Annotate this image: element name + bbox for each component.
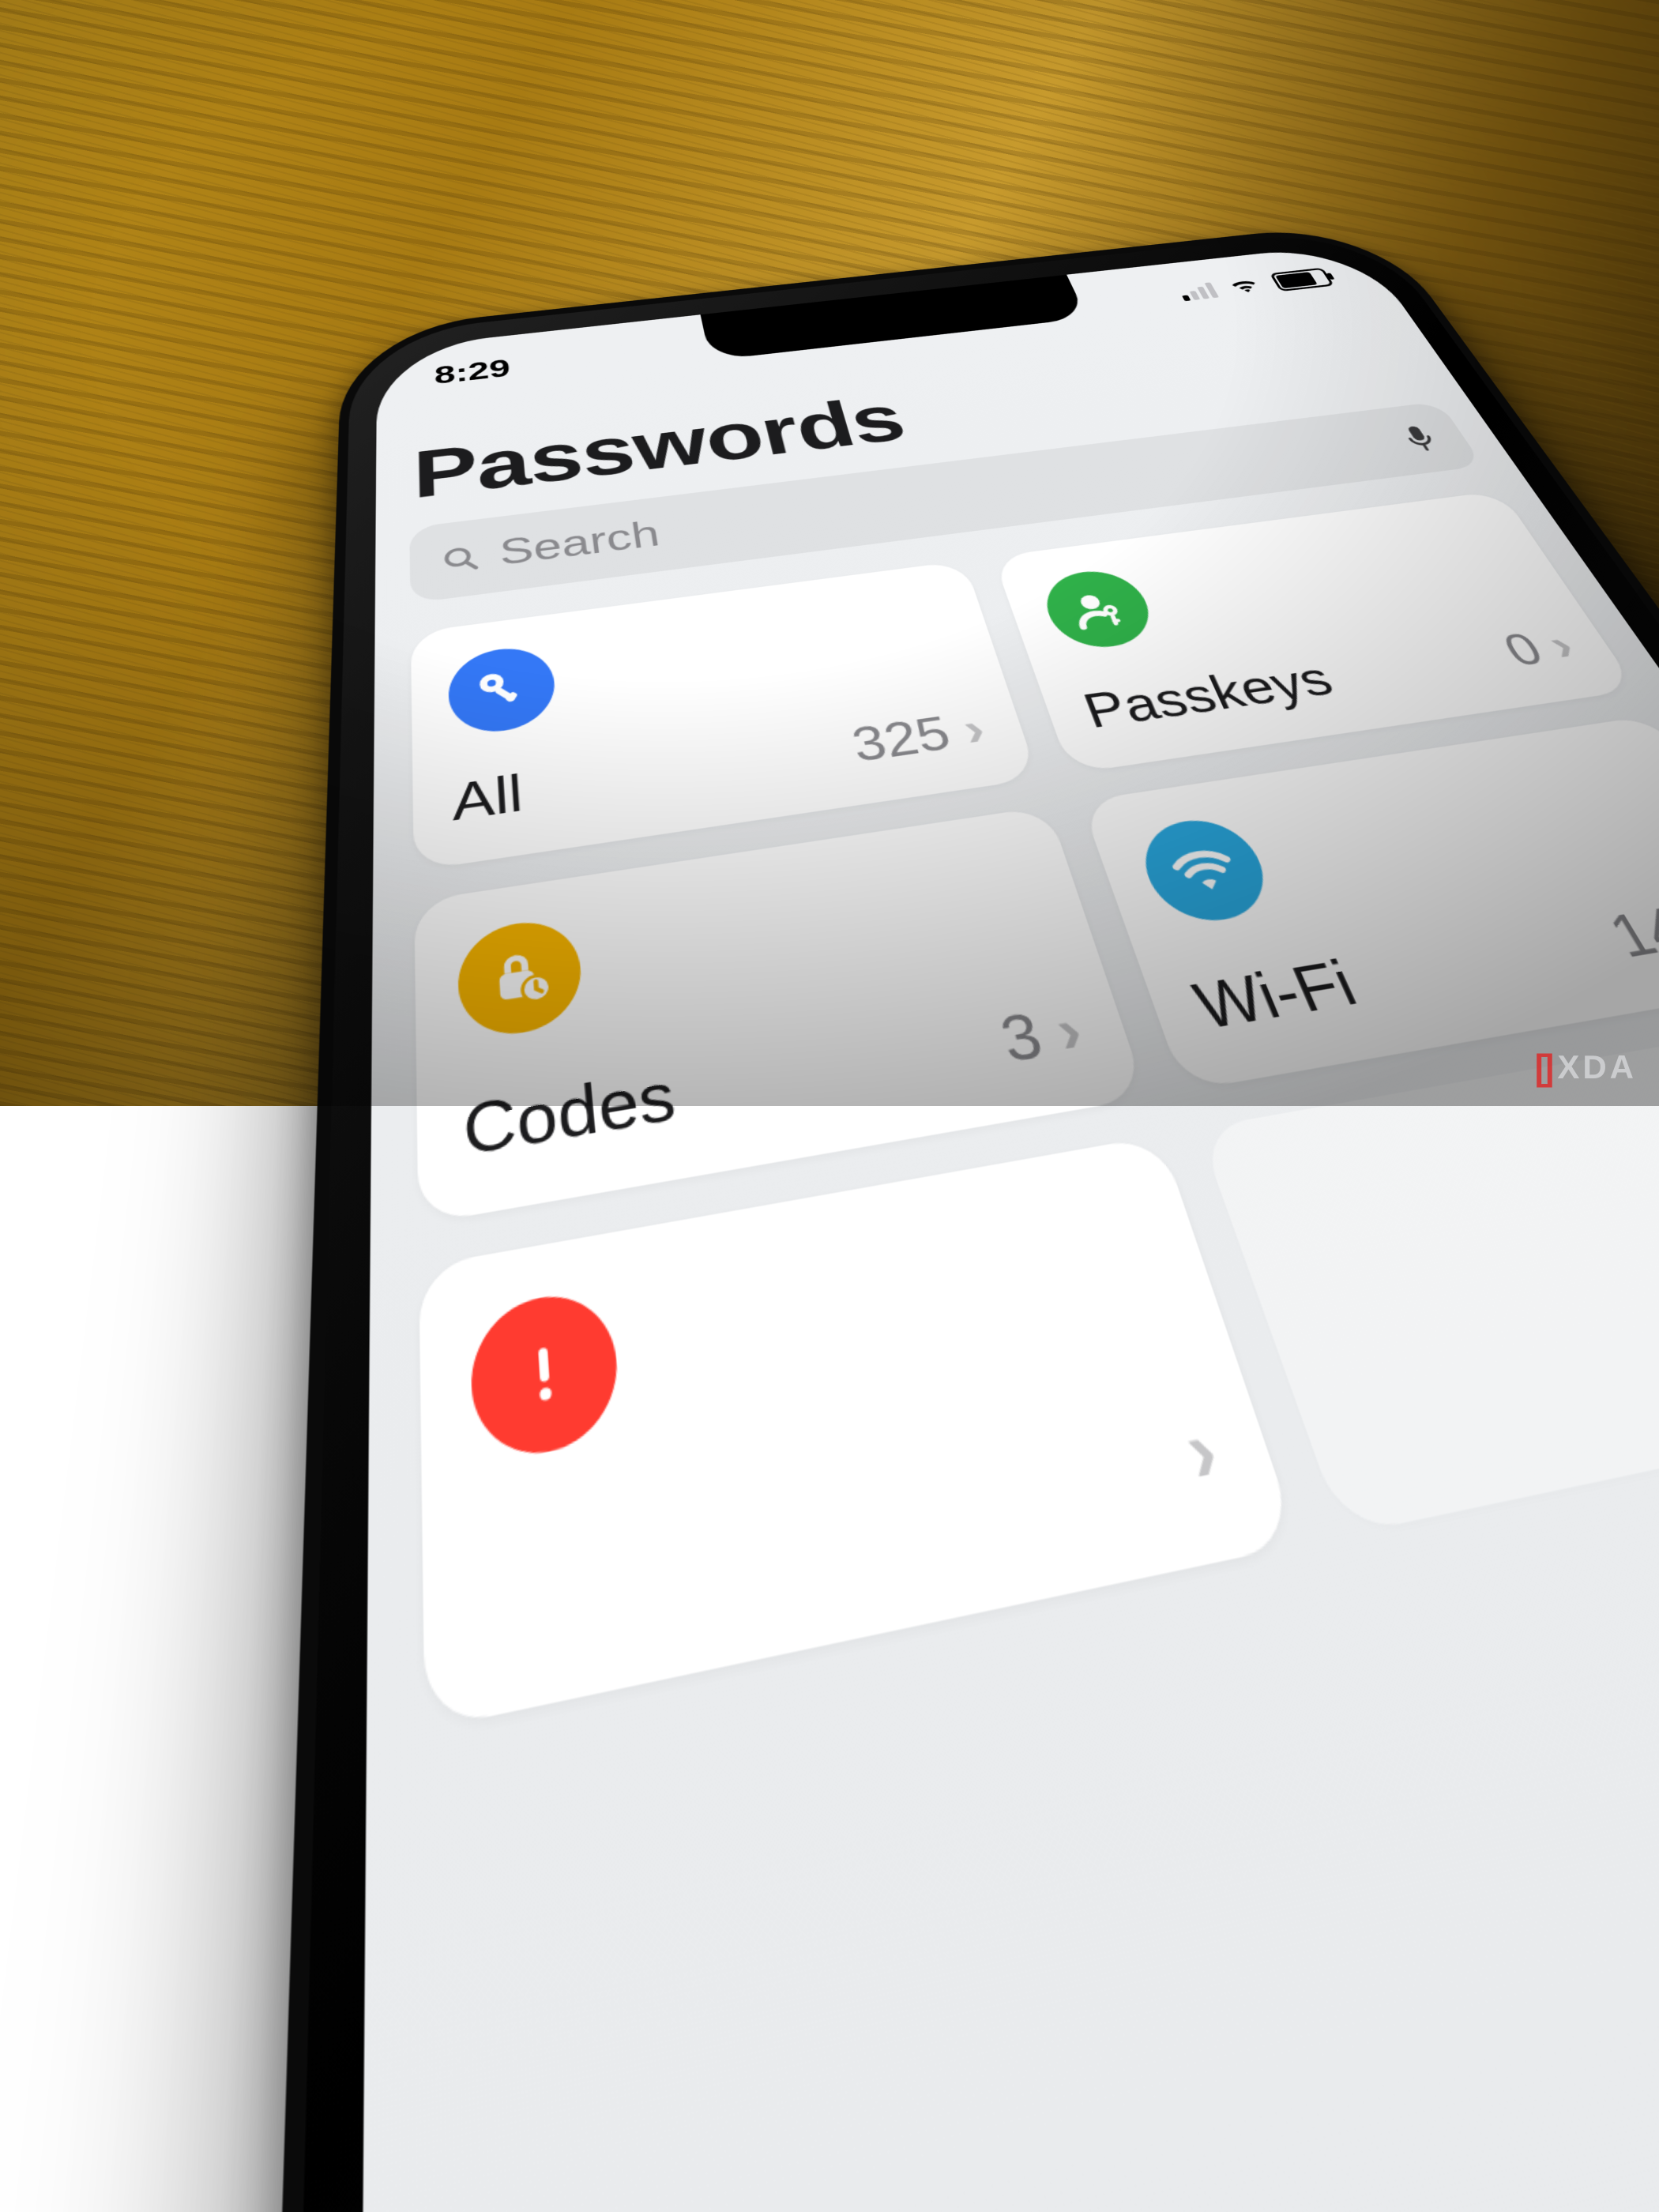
- watermark-bracket-icon: []: [1535, 1046, 1550, 1089]
- tile-passkeys-label: Passkeys: [1076, 652, 1342, 739]
- chevron-right-icon: ›: [1047, 993, 1091, 1069]
- key-icon: [447, 643, 558, 739]
- tile-wifi[interactable]: Wi-Fi 145 ›: [1081, 715, 1659, 1091]
- status-indicators: [1176, 268, 1334, 303]
- tile-all-label: All: [451, 764, 525, 833]
- phone-screen: 8:29 Passwords: [256, 243, 1659, 2212]
- status-time: 8:29: [434, 355, 511, 390]
- lock-clock-icon: [457, 915, 585, 1043]
- tile-codes-label: Codes: [462, 1057, 680, 1173]
- cellular-signal-icon: [1176, 281, 1219, 301]
- wifi-icon: [1130, 813, 1281, 928]
- tile-security[interactable]: ›: [419, 1135, 1300, 1730]
- dictation-mic-icon[interactable]: [1394, 422, 1445, 454]
- person-key-icon: [1036, 566, 1162, 653]
- wifi-status-icon: [1225, 276, 1265, 295]
- app-content: Passwords Search: [256, 306, 1659, 2212]
- tile-wifi-label: Wi-Fi: [1185, 947, 1368, 1045]
- tile-all-count: 325: [847, 705, 957, 773]
- chevron-right-icon: ›: [956, 701, 991, 757]
- search-icon: [439, 542, 481, 576]
- watermark: [] XDA: [1535, 1046, 1637, 1089]
- tile-codes-count: 3: [993, 999, 1051, 1078]
- chevron-right-icon: ›: [1172, 1397, 1231, 1505]
- battery-icon: [1270, 268, 1334, 292]
- phone-body: 8:29 Passwords: [0, 220, 1659, 2212]
- alert-icon: [469, 1285, 623, 1466]
- scene: 8:29 Passwords: [0, 0, 1659, 1106]
- watermark-text: XDA: [1557, 1048, 1637, 1086]
- tile-grid: All 325 › Passkeys: [411, 491, 1659, 1730]
- tile-wifi-count: 145: [1597, 890, 1659, 972]
